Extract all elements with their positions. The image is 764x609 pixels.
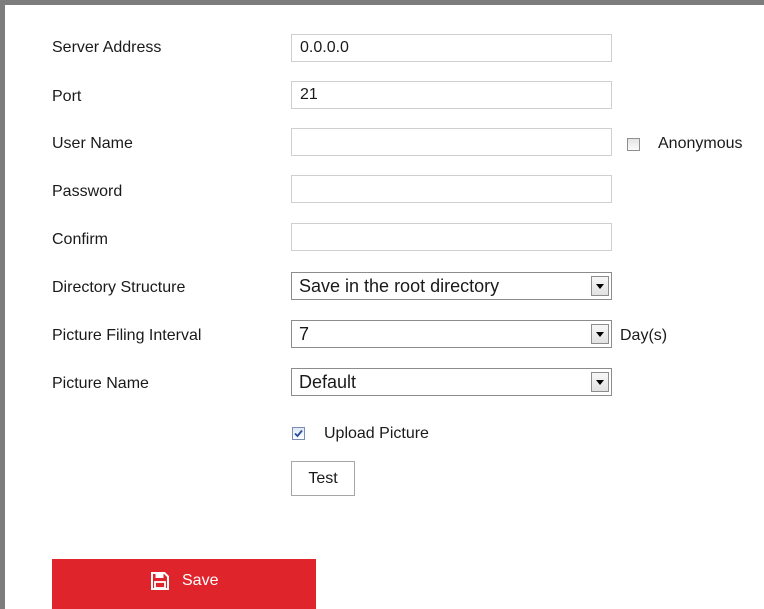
directory-structure-label: Directory Structure (52, 279, 186, 296)
anonymous-label: Anonymous (658, 135, 743, 152)
save-button[interactable]: Save (52, 559, 316, 609)
password-label: Password (52, 183, 123, 200)
server-address-input[interactable] (291, 34, 612, 62)
user-name-label: User Name (52, 135, 133, 152)
checkmark-icon (294, 429, 303, 438)
save-label: Save (182, 572, 219, 589)
chevron-down-icon[interactable] (591, 276, 609, 296)
picture-name-value: Default (299, 372, 357, 392)
upload-picture-label: Upload Picture (324, 425, 429, 442)
anonymous-checkbox[interactable] (627, 138, 640, 151)
chevron-down-icon[interactable] (591, 324, 609, 344)
user-name-input[interactable] (291, 128, 612, 156)
floppy-disk-icon (151, 572, 169, 590)
directory-structure-value: Save in the root directory (299, 276, 500, 296)
confirm-label: Confirm (52, 231, 109, 248)
password-input[interactable] (291, 175, 612, 203)
port-input[interactable] (291, 81, 612, 109)
port-label: Port (52, 88, 82, 105)
directory-structure-select[interactable]: Save in the root directory (291, 272, 612, 300)
server-address-label: Server Address (52, 39, 162, 56)
test-button[interactable]: Test (291, 461, 355, 496)
picture-filing-interval-select[interactable]: 7 (291, 320, 612, 348)
picture-filing-interval-value: 7 (299, 324, 310, 344)
frame-top-border (0, 0, 764, 5)
upload-picture-checkbox[interactable] (292, 427, 305, 440)
frame-left-border (0, 0, 5, 609)
picture-filing-interval-unit: Day(s) (620, 327, 668, 344)
picture-filing-interval-label: Picture Filing Interval (52, 327, 202, 344)
picture-name-label: Picture Name (52, 375, 149, 392)
confirm-password-input[interactable] (291, 223, 612, 251)
chevron-down-icon[interactable] (591, 372, 609, 392)
picture-name-select[interactable]: Default (291, 368, 612, 396)
